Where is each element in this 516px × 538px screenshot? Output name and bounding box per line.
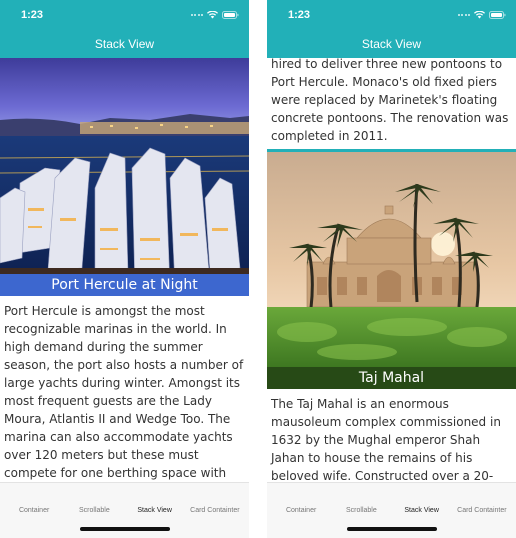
status-bar: 1:23 <box>267 0 516 30</box>
home-indicator <box>347 527 437 531</box>
tab-card-container[interactable]: Card Containter <box>185 483 245 514</box>
status-bar: 1:23 <box>0 0 249 30</box>
tab-container[interactable]: Container <box>4 483 64 514</box>
tab-scrollable[interactable]: Scrollable <box>331 483 391 514</box>
nav-bar: Stack View <box>0 30 249 58</box>
port-hercule-text: Port Hercule is amongst the most recogni… <box>4 304 244 480</box>
tab-container[interactable]: Container <box>271 483 331 514</box>
taj-mahal-photo <box>267 152 516 389</box>
cellular-dots-icon <box>457 14 470 16</box>
tab-bar: Container Scrollable Stack View Card Con… <box>0 482 249 538</box>
stack-view-content[interactable]: Port Hercule at Night Port Hercule is am… <box>0 58 249 483</box>
tab-stack-view[interactable]: Stack View <box>125 483 185 514</box>
tab-card-container[interactable]: Card Containter <box>452 483 512 514</box>
port-hercule-card: Port Hercule at Night <box>0 58 249 296</box>
wifi-icon <box>207 11 218 19</box>
stack-view-content[interactable]: hired to deliver three new pontoons to P… <box>267 58 516 483</box>
status-icons <box>190 11 240 19</box>
port-hercule-photo <box>0 58 249 296</box>
page-title: Stack View <box>94 37 155 51</box>
cellular-dots-icon <box>190 14 203 16</box>
status-time: 1:23 <box>21 9 44 21</box>
taj-mahal-text: The Taj Mahal is an enormous mausoleum c… <box>271 397 501 483</box>
battery-icon <box>222 11 239 19</box>
status-time: 1:23 <box>288 9 311 21</box>
status-icons <box>457 11 507 19</box>
page-title: Stack View <box>361 37 422 51</box>
nav-bar: Stack View <box>267 30 516 58</box>
port-hercule-caption: Port Hercule at Night <box>0 274 249 296</box>
wifi-icon <box>474 11 485 19</box>
taj-mahal-caption: Taj Mahal <box>267 367 516 389</box>
home-indicator <box>80 527 170 531</box>
phone-screen-right: 1:23 Stack View hired to deliver three n… <box>267 0 516 538</box>
battery-icon <box>489 11 506 19</box>
port-hercule-text-continued: hired to deliver three new pontoons to P… <box>271 58 509 143</box>
tab-stack-view[interactable]: Stack View <box>392 483 452 514</box>
tab-bar: Container Scrollable Stack View Card Con… <box>267 482 516 538</box>
phone-screen-left: 1:23 Stack View Port Hercule at Night Po… <box>0 0 249 538</box>
tab-scrollable[interactable]: Scrollable <box>64 483 124 514</box>
taj-mahal-card: Taj Mahal <box>267 152 516 389</box>
